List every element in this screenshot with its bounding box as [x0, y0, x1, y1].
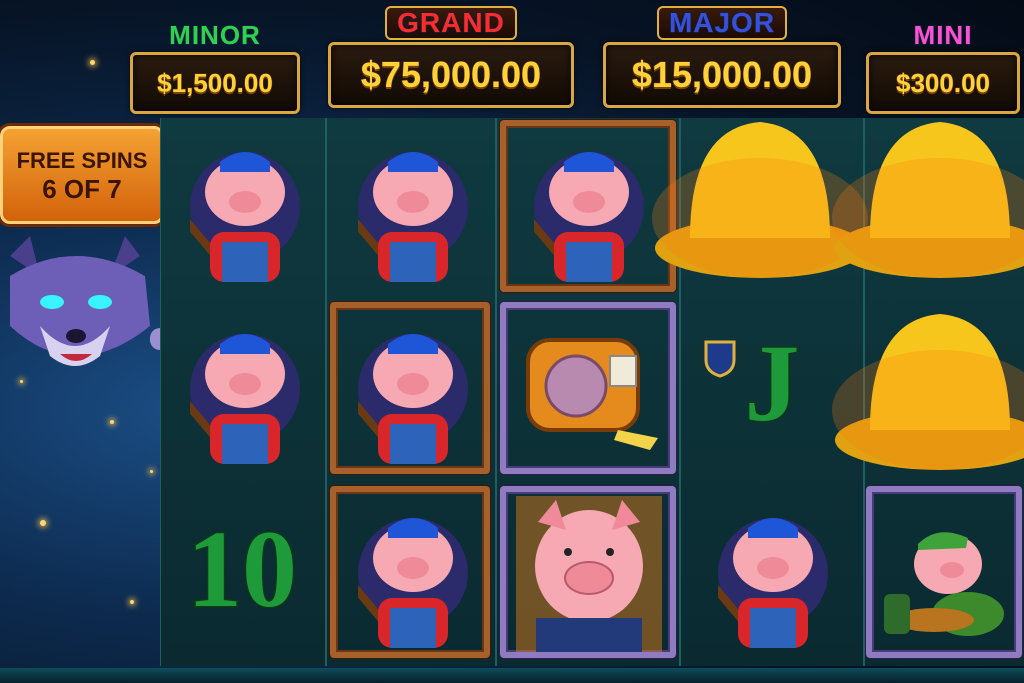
jackpot-mini-label: MINI: [913, 19, 973, 51]
jackpot-major: MAJOR $15,000.00: [603, 6, 841, 108]
free-spins-label: FREE SPINS: [16, 148, 148, 173]
jackpot-minor-label: MINOR: [168, 19, 261, 51]
free-spins-count: 6 OF 7: [42, 174, 122, 204]
symbol-pig-hardhat: [160, 118, 324, 294]
symbol-pig-suit: [498, 484, 678, 660]
jackpot-minor: MINOR $1,500.00: [130, 19, 300, 114]
golden-hardhat-icon: [830, 290, 1024, 485]
symbol-tape-measure: [498, 300, 678, 476]
jackpot-major-label: MAJOR: [656, 6, 788, 40]
symbol-pig-hardhat: [328, 300, 492, 476]
ten-label: 10: [186, 507, 299, 632]
tape-measure-icon: [526, 338, 658, 450]
jackpot-grand-value: $75,000.00: [360, 54, 542, 96]
symbol-pig-green-cap: [864, 484, 1024, 660]
pig-green-cap-icon: [884, 532, 1004, 636]
symbol-pig-hardhat: [328, 118, 492, 294]
jackpot-grand-label: GRAND: [385, 6, 517, 40]
symbol-pig-hardhat: [160, 300, 324, 476]
jackpot-minor-value: $1,500.00: [157, 67, 274, 98]
pig-boss-icon: [516, 496, 662, 652]
symbol-ten: 10: [160, 486, 324, 662]
jackpot-mini-value: $300.00: [896, 67, 991, 98]
free-spins-counter: FREE SPINS 6 OF 7: [0, 126, 164, 224]
jackpot-major-value: $15,000.00: [631, 54, 813, 96]
symbol-pig-hardhat: [682, 484, 862, 660]
golden-hardhat-icon: [830, 98, 1024, 293]
jackpot-grand: GRAND $75,000.00: [328, 6, 574, 108]
reel-bottom-bar: [0, 668, 1024, 683]
symbol-pig-hardhat: [328, 484, 492, 660]
